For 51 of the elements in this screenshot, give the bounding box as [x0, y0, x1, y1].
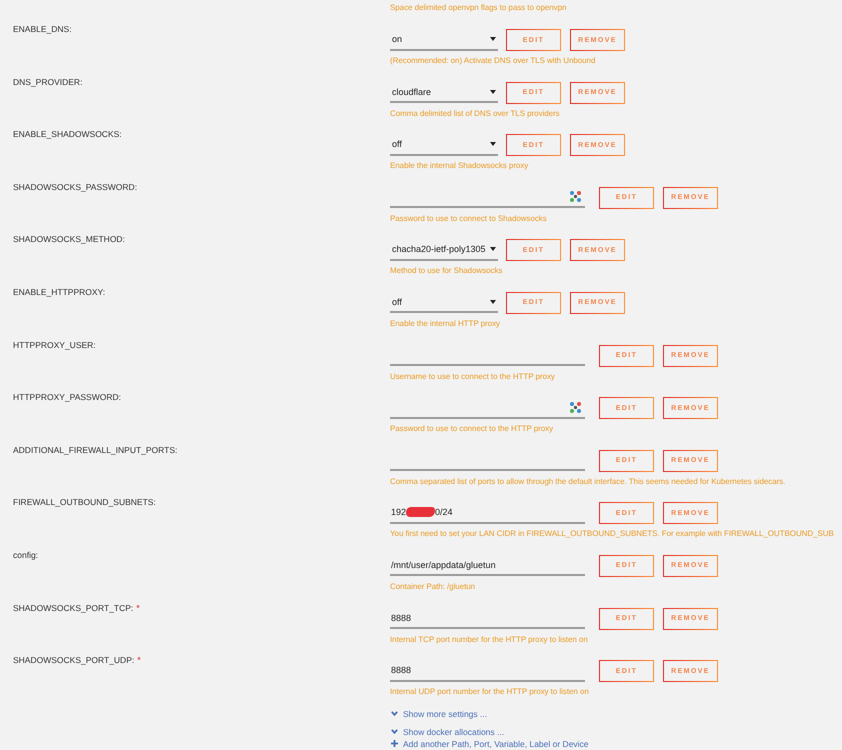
field-label: DNS_PROVIDER:: [13, 76, 82, 87]
field-label: ENABLE_DNS:: [13, 24, 72, 34]
caret-icon: [490, 247, 496, 252]
field-description: Enable the internal Shadowsocks proxy: [390, 160, 530, 172]
field-label: ENABLE_HTTPPROXY:: [13, 286, 106, 297]
field-description: (Recommended: on) Activate DNS over TLS with Unbound: [390, 55, 596, 67]
field-label: SHADOWSOCKS_METHOD:: [13, 234, 125, 244]
required-mark: *: [137, 655, 141, 666]
field-description: Comma delimited list of DNS over TLS providers: [390, 108, 561, 120]
dropdown-field[interactable]: off: [390, 292, 498, 314]
caret-icon: [490, 90, 496, 94]
caret-icon: [490, 300, 496, 304]
field-description: Comma separated list of ports to allow through the default interface. This seems needed for Kubernetes sidecars.: [390, 476, 786, 488]
dropdown-field[interactable]: chacha20-ietf-poly1305: [390, 240, 498, 261]
field-label: SHADOWSOCKS_PASSWORD:: [13, 182, 138, 192]
expand-link[interactable]: Show more settings ...: [391, 708, 488, 720]
field-description: Internal TCP port number for the HTTP proxy to listen on: [390, 634, 589, 646]
field-description: Method to use for Shadowsocks: [390, 265, 504, 278]
field-label: config:: [13, 550, 38, 560]
input-field[interactable]: 8888: [390, 660, 585, 682]
expand-link[interactable]: Show docker allocations ...: [391, 726, 504, 738]
field-description: Enable the internal HTTP proxy: [390, 318, 501, 330]
field-description: Space delimited openvpn flags to pass to openvpn: [390, 2, 568, 14]
dropdown-field[interactable]: cloudflare: [390, 82, 498, 104]
caret-icon: [490, 142, 496, 146]
input-field[interactable]: 8888: [390, 608, 585, 630]
field-description: Internal UDP port number for the HTTP proxy to listen on: [390, 686, 590, 698]
chevron-down-icon: [391, 729, 398, 734]
dropdown-field[interactable]: off: [390, 134, 498, 156]
field-label: SHADOWSOCKS_PORT_TCP:: [13, 602, 134, 613]
dropdown-field[interactable]: on: [390, 30, 498, 50]
dot-cluster-icon: [570, 402, 581, 413]
field-label: FIREWALL_OUTBOUND_SUBNETS:: [13, 497, 156, 508]
field-label: SHADOWSOCKS_PORT_UDP:: [13, 655, 134, 666]
required-mark: *: [136, 602, 140, 613]
field-description: You first need to set your LAN CIDR in FIREWALL_OUTBOUND_SUBNETS. For example with FIREWALL_OUTBOUND_SUB: [390, 528, 835, 540]
caret-icon: [490, 37, 496, 41]
plus-icon: [391, 740, 398, 748]
field-label: ENABLE_SHADOWSOCKS:: [13, 129, 122, 140]
add-link[interactable]: Add another Path, Port, Variable, Label or Device: [391, 738, 589, 749]
input-field[interactable]: 192 0/24: [390, 502, 585, 524]
field-label: HTTPPROXY_USER:: [13, 340, 96, 350]
field-label: ADDITIONAL_FIREWALL_INPUT_PORTS:: [13, 444, 178, 455]
field-description: Container Path: /gluetun: [390, 580, 476, 593]
chevron-down-icon: [391, 711, 398, 716]
field-description: Username to use to connect to the HTTP proxy: [390, 370, 556, 383]
input-field[interactable]: /mnt/user/appdata/gluetun: [390, 555, 585, 576]
field-label: HTTPPROXY_PASSWORD:: [13, 392, 121, 402]
field-description: Password to use to connect to the HTTP proxy: [390, 423, 554, 436]
field-description: Password to use to connect to Shadowsocks: [390, 212, 548, 225]
dot-cluster-icon: [570, 191, 581, 202]
